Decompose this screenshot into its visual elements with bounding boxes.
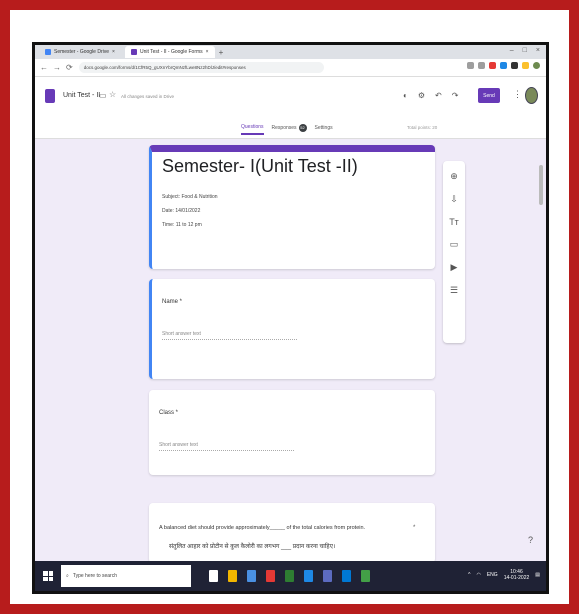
question-label: A balanced diet should provide approxima…	[159, 525, 366, 531]
tab-label: Semester - Google Drive	[54, 49, 110, 55]
import-questions-icon[interactable]: ⇩	[450, 194, 458, 205]
total-points: Total points: 20	[407, 125, 438, 130]
taskbar-search-input[interactable]: ⌕ Type here to search	[61, 565, 191, 587]
screenshot-container: Semester - Google Drive × Unit Test - II…	[26, 26, 553, 596]
tab-questions[interactable]: Questions	[241, 124, 264, 135]
url-field[interactable]: docs.google.com/forms/d/1CfR5Q_gUXnYbrQm…	[78, 62, 324, 73]
profile-icon[interactable]	[533, 62, 540, 69]
taskbar-app-icon[interactable]	[266, 570, 275, 582]
preview-icon[interactable]: ⚙	[418, 91, 425, 100]
help-icon[interactable]: ?	[528, 535, 533, 545]
form-title-card[interactable]: Semester- I(Unit Test -II) Subject: Food…	[149, 145, 435, 269]
taskbar-app-icon[interactable]	[209, 570, 218, 582]
tab-close-icon[interactable]: ×	[112, 49, 115, 55]
extension-icon[interactable]	[489, 62, 496, 69]
chevron-up-icon[interactable]: ^	[468, 572, 470, 578]
add-image-icon[interactable]: ▭	[450, 239, 459, 250]
send-button[interactable]: Send	[478, 88, 500, 103]
search-icon: ⌕	[66, 573, 69, 579]
google-forms-icon[interactable]	[45, 89, 55, 103]
new-tab-button[interactable]: +	[219, 48, 224, 57]
floating-toolbar: ⊕ ⇩ Tт ▭ ▶ ☰	[443, 161, 465, 343]
language-indicator[interactable]: ENG	[487, 572, 498, 578]
tab-label: Unit Test - II - Google Forms	[139, 49, 203, 55]
close-window-button[interactable]: ×	[536, 47, 540, 54]
forms-favicon-icon	[130, 49, 137, 55]
window-controls: – □ ×	[510, 47, 540, 54]
add-title-icon[interactable]: Tт	[449, 217, 459, 227]
add-section-icon[interactable]: ☰	[450, 285, 458, 296]
extension-icon[interactable]	[478, 62, 485, 69]
tab-responses-label: Responses	[271, 125, 297, 131]
extensions-area	[467, 62, 540, 69]
required-marker: *	[413, 525, 416, 531]
drive-favicon-icon	[45, 49, 51, 55]
windows-taskbar: ⌕ Type here to search ^ ◠ ENG 10:46 14-0…	[35, 561, 546, 591]
clock-date: 14-01-2022	[503, 575, 530, 581]
short-answer-field: Short answer text	[162, 331, 297, 340]
form-tabs: Questions Responses 52 Settings	[241, 124, 333, 135]
taskbar-app-icon[interactable]	[323, 570, 332, 582]
more-options-icon[interactable]: ⋮	[513, 89, 522, 100]
forms-header: Unit Test - II ▭ ☆ All changes saved in …	[35, 77, 546, 139]
taskbar-app-icon[interactable]	[342, 570, 351, 582]
tab-responses[interactable]: Responses 52	[272, 124, 307, 135]
taskbar-search-placeholder: Type here to search	[72, 573, 118, 579]
question-card-class[interactable]: Class * Short answer text	[149, 390, 435, 475]
taskbar-app-icon[interactable]	[247, 570, 256, 582]
tab-strip: Semester - Google Drive × Unit Test - II…	[35, 45, 546, 59]
browser-tab-forms[interactable]: Unit Test - II - Google Forms ×	[124, 46, 215, 58]
taskbar-app-icon[interactable]	[285, 570, 294, 582]
taskbar-app-icon[interactable]	[304, 570, 313, 582]
browser-window: Semester - Google Drive × Unit Test - II…	[32, 42, 549, 594]
reload-button[interactable]: ⟳	[66, 63, 73, 72]
question-label: Class *	[159, 410, 179, 416]
redo-icon[interactable]: ↷	[452, 91, 459, 100]
system-tray: ^ ◠ ENG 10:46 14-01-2022 ▤	[468, 569, 540, 581]
maximize-button[interactable]: □	[523, 47, 527, 54]
question-label-hindi: संतुलित आहार को प्रोटीन से कुल कैलोरी का…	[169, 544, 336, 550]
page-scrollbar[interactable]	[539, 165, 543, 205]
undo-icon[interactable]: ↶	[435, 91, 442, 100]
clock[interactable]: 10:46 14-01-2022	[504, 569, 530, 581]
taskbar-app-icon[interactable]	[361, 570, 370, 582]
avatar[interactable]	[525, 87, 538, 104]
form-title[interactable]: Semester- I(Unit Test -II)	[162, 156, 358, 177]
short-answer-field: Short answer text	[159, 442, 294, 451]
form-doc-title[interactable]: Unit Test - II	[63, 92, 100, 99]
extension-icon[interactable]	[511, 62, 518, 69]
taskbar-apps	[209, 570, 370, 582]
star-icon[interactable]: ☆	[109, 90, 116, 99]
notification-icon[interactable]: ▤	[535, 572, 540, 578]
windows-start-icon[interactable]	[43, 571, 53, 581]
tab-settings[interactable]: Settings	[315, 125, 333, 134]
wifi-icon[interactable]: ◠	[476, 572, 480, 578]
responses-count-badge: 52	[298, 124, 307, 132]
form-description-line: Subject: Food & Nutrition	[162, 194, 218, 200]
address-bar-row: ← → ⟳ docs.google.com/forms/d/1CfR5Q_gUX…	[35, 59, 546, 77]
question-card-protein[interactable]: A balanced diet should provide approxima…	[149, 503, 435, 563]
saved-status: All changes saved in Drive	[121, 94, 175, 99]
extension-icon[interactable]	[522, 62, 529, 69]
taskbar-app-icon[interactable]	[228, 570, 237, 582]
extension-icon[interactable]	[500, 62, 507, 69]
back-button[interactable]: ←	[40, 63, 48, 72]
tab-close-icon[interactable]: ×	[206, 49, 209, 55]
customize-theme-icon[interactable]: ◐	[403, 91, 408, 100]
minimize-button[interactable]: –	[510, 47, 514, 54]
question-label: Name *	[162, 299, 183, 305]
move-folder-icon[interactable]: ▭	[99, 91, 107, 100]
extension-icon[interactable]	[467, 62, 474, 69]
add-question-icon[interactable]: ⊕	[450, 171, 458, 182]
question-card-name[interactable]: Name * Short answer text	[149, 279, 435, 379]
form-description-line: Date: 14/01/2022	[162, 208, 201, 214]
form-description-line: Time: 11 to 12 pm	[162, 222, 202, 228]
browser-tab-drive[interactable]: Semester - Google Drive ×	[39, 46, 121, 58]
header-icons: ◐ ⚙ ↶ ↷	[403, 91, 458, 100]
add-video-icon[interactable]: ▶	[451, 262, 458, 273]
forward-button[interactable]: →	[53, 63, 61, 72]
